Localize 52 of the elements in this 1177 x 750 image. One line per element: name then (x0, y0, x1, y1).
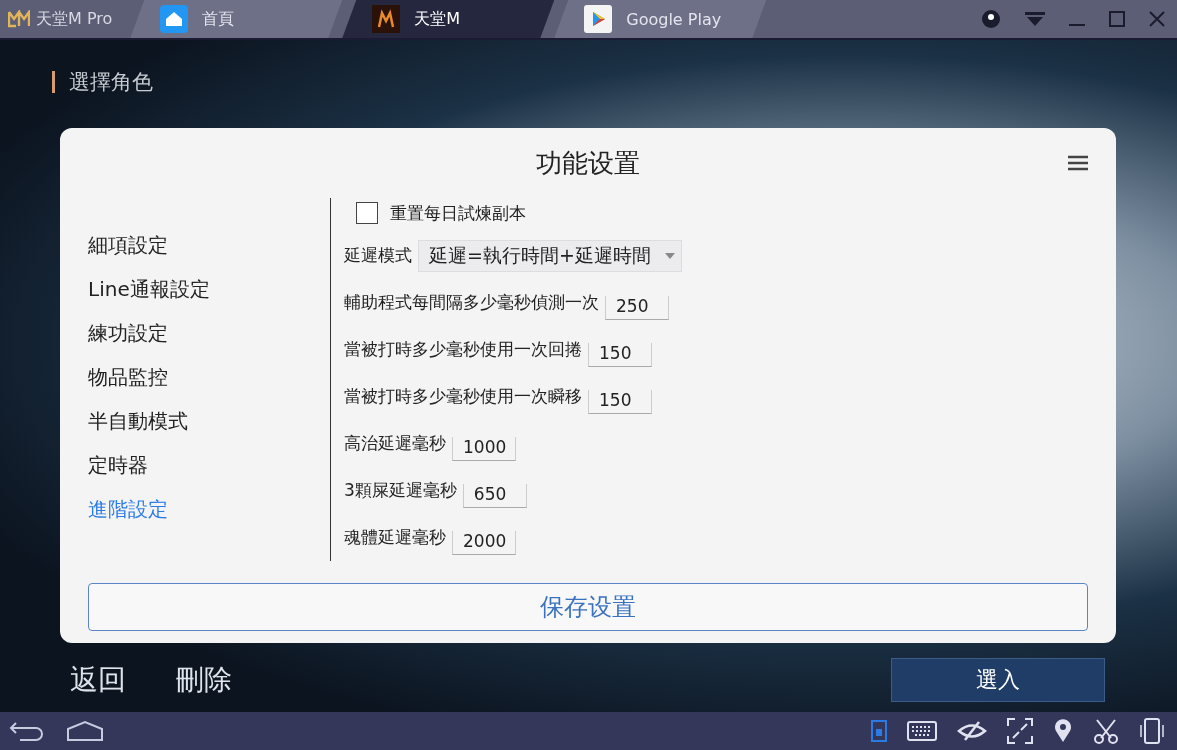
maximize-icon[interactable] (1109, 11, 1125, 27)
scissors-icon[interactable] (1093, 718, 1119, 744)
tab[interactable]: 天堂M (342, 0, 555, 38)
field-label: 當被打時多少毫秒使用一次回捲 (344, 338, 582, 361)
field-label: 魂體延遲毫秒 (344, 526, 446, 549)
logo-icon (8, 10, 30, 28)
save-button[interactable]: 保存设置 (88, 583, 1088, 631)
field-label: 高治延遲毫秒 (344, 432, 446, 455)
menu-item[interactable]: Line通報設定 (88, 274, 210, 304)
close-icon[interactable] (1149, 11, 1165, 27)
play-store-icon (584, 5, 613, 33)
dropdown-icon[interactable] (1025, 11, 1045, 27)
checkbox-label: 重置每日試煉副本 (390, 201, 526, 225)
input-field[interactable]: 150 (588, 343, 652, 367)
input-field[interactable]: 150 (588, 390, 652, 414)
menu-item[interactable]: 定時器 (88, 450, 148, 480)
input-field[interactable]: 650 (462, 484, 527, 508)
eye-slash-icon[interactable] (957, 720, 987, 742)
home-icon[interactable] (66, 720, 104, 742)
checkbox[interactable] (356, 202, 378, 224)
menu-item[interactable]: 半自動模式 (88, 406, 188, 436)
keyboard-icon[interactable] (907, 721, 937, 741)
dialog-title: 功能设置 (536, 146, 640, 180)
delay-mode-dropdown[interactable]: 延遲=執行時間+延遲時間 (418, 239, 682, 272)
enter-button[interactable]: 選入 (891, 658, 1105, 702)
game-button[interactable]: 返回 (70, 661, 126, 699)
input-field[interactable]: 1000 (452, 437, 516, 461)
input-field[interactable]: 250 (605, 296, 669, 320)
game-button[interactable]: 刪除 (176, 661, 232, 699)
menu-item[interactable]: 細項設定 (88, 230, 168, 260)
back-icon[interactable] (8, 720, 46, 742)
game-icon (372, 5, 401, 33)
screen-title: 選擇角色 (69, 69, 153, 96)
home-icon (160, 5, 189, 33)
rotate-phone-icon[interactable] (1139, 717, 1165, 745)
field-label: 當被打時多少毫秒使用一次瞬移 (344, 385, 582, 408)
input-field[interactable]: 2000 (452, 531, 516, 555)
fullscreen-icon[interactable] (1007, 718, 1033, 744)
tab[interactable]: 首頁 (130, 0, 343, 38)
field-label: 3顆屎延遲毫秒 (344, 479, 457, 502)
phone-icon[interactable] (871, 720, 887, 742)
account-icon[interactable] (981, 9, 1001, 29)
field-label: 延遲模式 (344, 244, 412, 267)
menu-item[interactable]: 物品監控 (88, 362, 168, 392)
menu-item[interactable]: 練功設定 (88, 318, 168, 348)
tab[interactable]: Google Play (554, 0, 767, 38)
caret-icon (664, 252, 675, 259)
location-pin-icon[interactable] (1053, 718, 1073, 744)
menu-item[interactable]: 進階設定 (88, 494, 168, 524)
field-label: 輔助程式每間隔多少毫秒偵測一次 (344, 291, 599, 314)
menu-icon[interactable] (1068, 155, 1088, 171)
app-name: 天堂M Pro (36, 8, 113, 30)
